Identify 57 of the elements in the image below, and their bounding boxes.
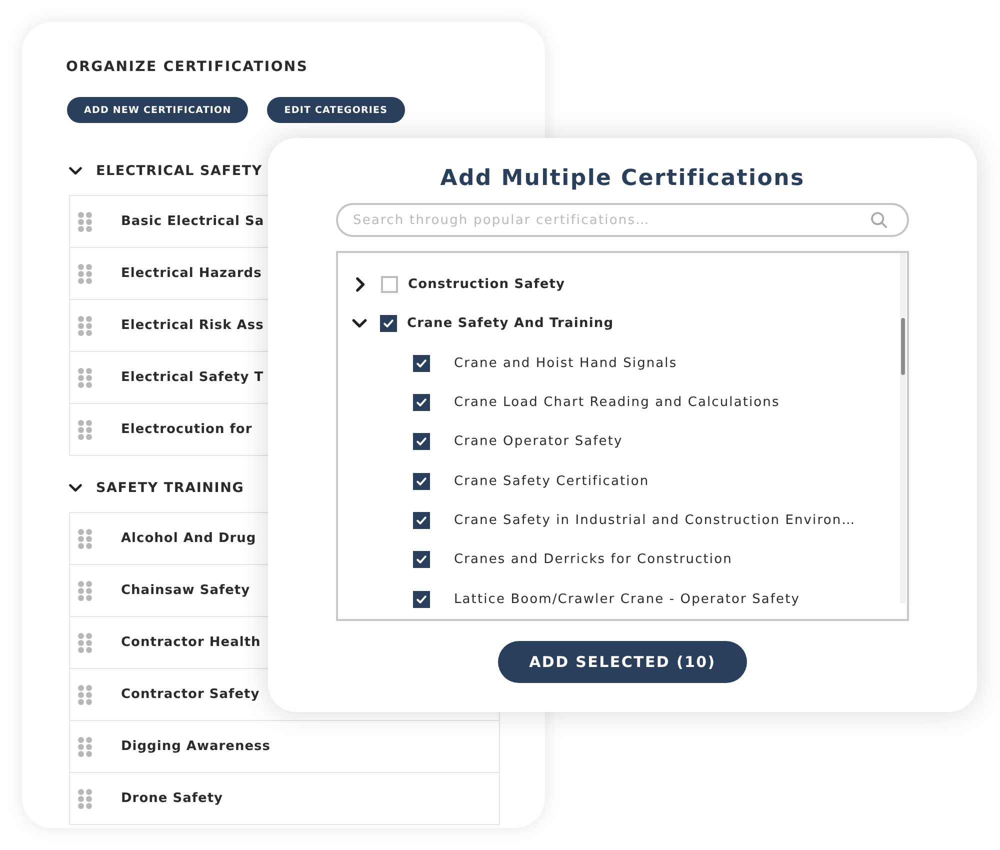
add-selected-button[interactable]: ADD SELECTED (10) [498, 641, 747, 683]
drag-handle-icon[interactable] [78, 368, 92, 388]
category-label: Crane Safety And Training [407, 316, 614, 332]
certification-name: Drone Safety [121, 791, 224, 806]
certification-name: Basic Electrical Sa [121, 214, 264, 229]
certification-label: Crane Load Chart Reading and Calculations [454, 395, 780, 410]
drag-handle-icon[interactable] [78, 684, 92, 704]
certification-label: Crane Safety in Industrial and Construction Environ… [454, 512, 856, 528]
certification-label: Crane Operator Safety [454, 434, 623, 450]
drag-handle-icon[interactable] [78, 632, 92, 652]
search-field[interactable]: Search through popular certifications… [336, 203, 909, 237]
checkbox[interactable] [413, 472, 430, 490]
category-title: ELECTRICAL SAFETY [96, 163, 262, 179]
category-label: Construction Safety [408, 277, 566, 292]
chevron-down-icon[interactable] [69, 484, 82, 492]
scrollbar-track[interactable] [900, 253, 906, 603]
dialog-title: Add Multiple Certifications [440, 165, 805, 193]
certification-name: Digging Awareness [121, 739, 271, 754]
certification-name: Electrocution for [121, 422, 252, 437]
certification-label: Cranes and Derricks for Construction [454, 552, 732, 568]
certification-name: Electrical Hazards [121, 266, 262, 281]
drag-handle-icon[interactable] [78, 788, 92, 808]
checkbox[interactable] [413, 551, 430, 568]
certification-name: Contractor Health [121, 635, 261, 650]
edit-categories-button[interactable]: EDIT CATEGORIES [267, 97, 405, 123]
checkbox[interactable] [381, 276, 398, 294]
drag-handle-icon[interactable] [78, 316, 92, 336]
checkbox[interactable] [413, 433, 430, 450]
checkbox[interactable] [413, 590, 430, 608]
drag-handle-icon[interactable] [78, 580, 92, 600]
certification-name: Electrical Safety T [121, 370, 264, 385]
category-title: SAFETY TRAINING [96, 480, 244, 496]
certification-name: Contractor Safety [121, 687, 260, 702]
drag-handle-icon[interactable] [78, 264, 92, 284]
chevron-right-icon[interactable] [356, 277, 365, 292]
chevron-down-icon[interactable] [352, 319, 367, 328]
checkbox[interactable] [380, 315, 397, 332]
drag-handle-icon[interactable] [78, 420, 92, 440]
certification-name: Chainsaw Safety [121, 583, 250, 598]
checkbox[interactable] [413, 354, 430, 372]
certification-row[interactable]: Digging Awareness [69, 720, 500, 773]
checkbox[interactable] [413, 512, 430, 529]
certification-label: Crane and Hoist Hand Signals [454, 356, 678, 371]
scrollbar-thumb[interactable] [901, 318, 905, 375]
search-icon[interactable] [871, 212, 887, 228]
certification-name: Alcohol And Drug [121, 531, 256, 546]
certification-row[interactable]: Drone Safety [69, 772, 500, 825]
drag-handle-icon[interactable] [78, 212, 92, 232]
chevron-down-icon[interactable] [69, 167, 82, 175]
certification-label: Lattice Boom/Crawler Crane - Operator Safety [454, 592, 800, 607]
drag-handle-icon[interactable] [78, 528, 92, 548]
panel-title: ORGANIZE CERTIFICATIONS [66, 58, 308, 77]
certification-name: Electrical Risk Ass [121, 318, 264, 333]
certification-label: Crane Safety Certification [454, 474, 650, 489]
drag-handle-icon[interactable] [78, 736, 92, 756]
add-certification-button[interactable]: ADD NEW CERTIFICATION [67, 97, 248, 123]
checkbox[interactable] [413, 394, 430, 412]
